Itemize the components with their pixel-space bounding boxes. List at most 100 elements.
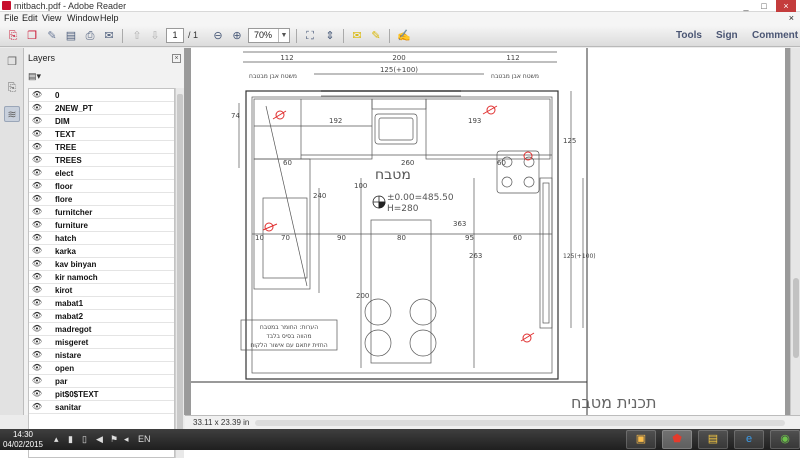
layer-row[interactable]: 👁 nistare	[29, 349, 174, 362]
layer-row[interactable]: 👁 sanitar	[29, 401, 174, 414]
horizontal-scrollbar[interactable]	[255, 420, 785, 426]
eye-icon[interactable]: 👁	[31, 390, 43, 398]
eye-icon[interactable]: 👁	[31, 143, 43, 151]
comment-button[interactable]: Comment	[752, 25, 798, 47]
eye-icon[interactable]: 👁	[31, 156, 43, 164]
layer-row[interactable]: 👁 0	[29, 89, 174, 102]
eye-icon[interactable]: 👁	[31, 325, 43, 333]
print-icon[interactable]: ⎙	[82, 28, 98, 44]
tray-chevron-icon[interactable]: ▴	[54, 433, 59, 446]
eye-icon[interactable]: 👁	[31, 221, 43, 229]
eye-icon[interactable]: 👁	[31, 130, 43, 138]
close-panel-icon[interactable]: ×	[172, 54, 181, 63]
layers-scrollbar[interactable]	[175, 88, 184, 458]
layer-row[interactable]: 👁 hatch	[29, 232, 174, 245]
menu-help[interactable]: Help	[100, 12, 119, 25]
document-close-icon[interactable]: ×	[789, 12, 794, 25]
highlight-icon[interactable]: ✎	[368, 28, 384, 44]
layer-row[interactable]: 👁 misgeret	[29, 336, 174, 349]
attachments-icon[interactable]: ⎘	[4, 80, 20, 96]
language-indicator[interactable]: EN	[138, 433, 151, 446]
eye-icon[interactable]: 👁	[31, 403, 43, 411]
eye-icon[interactable]: 👁	[31, 169, 43, 177]
eye-icon[interactable]: 👁	[31, 104, 43, 112]
layer-row[interactable]: 👁 TREE	[29, 141, 174, 154]
email-icon[interactable]: ✉	[101, 28, 117, 44]
zoom-out-icon[interactable]: ⊖	[210, 28, 226, 44]
tray-volume-icon[interactable]: ◀	[96, 433, 103, 446]
explorer-icon[interactable]: ▣	[626, 430, 656, 449]
next-page-icon[interactable]: ⇩	[147, 28, 163, 44]
layer-row[interactable]: 👁 madregot	[29, 323, 174, 336]
tray-network-icon[interactable]: ▮	[68, 433, 73, 446]
layers-scrollbar-thumb[interactable]	[177, 94, 183, 449]
scroll-mode-icon[interactable]: ⇕	[322, 28, 338, 44]
layers-icon[interactable]: ≋	[4, 106, 20, 122]
edit-file-icon[interactable]: ✎	[44, 28, 60, 44]
minimize-button[interactable]: _	[738, 0, 754, 12]
layer-row[interactable]: 👁 TREES	[29, 154, 174, 167]
menu-window[interactable]: Window	[67, 12, 99, 25]
layer-row[interactable]: 👁 mabat2	[29, 310, 174, 323]
eye-icon[interactable]: 👁	[31, 260, 43, 268]
sign-button[interactable]: Sign	[716, 25, 738, 47]
layer-row[interactable]: 👁 kir namoch	[29, 271, 174, 284]
layer-row[interactable]: 👁 pit$0$TEXT	[29, 388, 174, 401]
layer-row[interactable]: 👁 open	[29, 362, 174, 375]
layer-row[interactable]: 👁 TEXT	[29, 128, 174, 141]
eye-icon[interactable]: 👁	[31, 351, 43, 359]
layer-row[interactable]: 👁 elect	[29, 167, 174, 180]
chevron-down-icon[interactable]: ▼	[278, 29, 289, 42]
close-button[interactable]: ×	[776, 0, 796, 12]
taskbar-clock[interactable]: 14:30 04/02/2015	[0, 429, 46, 450]
layer-options-button[interactable]: ▤▾	[28, 70, 48, 82]
layer-row[interactable]: 👁 furniture	[29, 219, 174, 232]
fill-sign-icon[interactable]: ✍	[396, 28, 412, 44]
tray-battery-icon[interactable]: ▯	[82, 433, 87, 446]
open-icon[interactable]: ❐	[24, 28, 40, 44]
eye-icon[interactable]: 👁	[31, 299, 43, 307]
eye-icon[interactable]: 👁	[31, 195, 43, 203]
chrome-icon[interactable]: ◉	[770, 430, 800, 449]
layer-row[interactable]: 👁 furnitcher	[29, 206, 174, 219]
eye-icon[interactable]: 👁	[31, 91, 43, 99]
eye-icon[interactable]: 👁	[31, 338, 43, 346]
zoom-in-icon[interactable]: ⊕	[229, 28, 245, 44]
eye-icon[interactable]: 👁	[31, 312, 43, 320]
document-scrollbar-thumb[interactable]	[793, 278, 799, 358]
save-icon[interactable]: ▤	[63, 28, 79, 44]
eye-icon[interactable]: 👁	[31, 286, 43, 294]
layer-row[interactable]: 👁 kirot	[29, 284, 174, 297]
eye-icon[interactable]: 👁	[31, 364, 43, 372]
layer-row[interactable]: 👁 2NEW_PT	[29, 102, 174, 115]
menu-file[interactable]: File	[4, 12, 19, 25]
create-pdf-icon[interactable]: ⎘	[5, 28, 21, 44]
prev-page-icon[interactable]: ⇧	[129, 28, 145, 44]
layer-row[interactable]: 👁 mabat1	[29, 297, 174, 310]
eye-icon[interactable]: 👁	[31, 273, 43, 281]
eye-icon[interactable]: 👁	[31, 117, 43, 125]
page-thumbnails-icon[interactable]: ❐	[4, 54, 20, 70]
menu-view[interactable]: View	[42, 12, 61, 25]
layer-row[interactable]: 👁 par	[29, 375, 174, 388]
layer-row[interactable]: 👁 floor	[29, 180, 174, 193]
eye-icon[interactable]: 👁	[31, 182, 43, 190]
page-number-input[interactable]: 1	[166, 28, 184, 43]
eye-icon[interactable]: 👁	[31, 208, 43, 216]
document-scrollbar[interactable]	[790, 48, 800, 415]
adobe-reader-taskbar-icon[interactable]: ⬟	[662, 430, 692, 449]
layer-row[interactable]: 👁 DIM	[29, 115, 174, 128]
tools-button[interactable]: Tools	[676, 25, 702, 47]
menu-edit[interactable]: Edit	[22, 12, 38, 25]
file-manager-icon[interactable]: ▤	[698, 430, 728, 449]
internet-explorer-icon[interactable]: e	[734, 430, 764, 449]
eye-icon[interactable]: 👁	[31, 377, 43, 385]
eye-icon[interactable]: 👁	[31, 247, 43, 255]
maximize-button[interactable]: □	[756, 0, 772, 12]
tray-arrow-icon[interactable]: ◂	[124, 433, 129, 446]
layer-row[interactable]: 👁 karka	[29, 245, 174, 258]
comment-bubble-icon[interactable]: ✉	[349, 28, 365, 44]
zoom-select[interactable]: 70% ▼	[248, 28, 290, 43]
tray-flag-icon[interactable]: ⚑	[110, 433, 118, 446]
layer-row[interactable]: 👁 flore	[29, 193, 174, 206]
